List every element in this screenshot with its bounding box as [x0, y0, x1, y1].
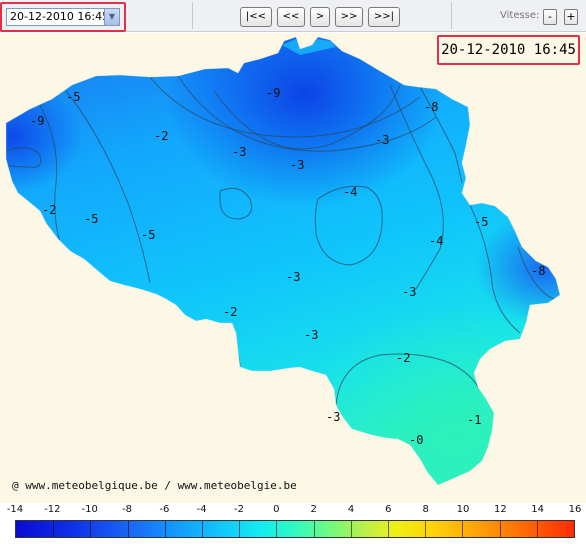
isoline-label: -3	[232, 145, 247, 159]
legend-tick-label: 8	[422, 504, 429, 515]
legend-tick-mark	[276, 521, 278, 537]
isoline-label: -5	[141, 228, 156, 242]
legend-tick-mark	[53, 521, 55, 537]
date-select-value: 20-12-2010 16:45	[10, 10, 110, 23]
isoline-label: -3	[326, 410, 341, 424]
previous-frame-button[interactable]: <<	[277, 7, 305, 27]
isoline-label: -3	[375, 133, 390, 147]
isoline-label: -5	[474, 215, 489, 229]
isoline-label: -3	[290, 158, 305, 172]
legend-tick-label: 10	[456, 504, 470, 515]
isoline-label: -5	[84, 212, 99, 226]
play-button[interactable]: >	[310, 7, 330, 27]
date-select[interactable]: 20-12-2010 16:45 ▼	[6, 8, 120, 26]
chevron-down-icon[interactable]: ▼	[104, 9, 119, 25]
legend-tick-label: -12	[44, 504, 61, 515]
legend-tick-label: 2	[310, 504, 317, 515]
map-credit: @ www.meteobelgique.be / www.meteobelgie…	[12, 479, 297, 492]
isoline-label: -2	[223, 305, 238, 319]
isoline-label: -9	[266, 86, 281, 100]
legend-tick-mark	[90, 521, 92, 537]
legend-tick-label: -10	[81, 504, 98, 515]
toolbar-separator	[451, 2, 452, 29]
legend-tick-mark	[462, 521, 464, 537]
first-frame-button[interactable]: |<<	[240, 7, 272, 27]
legend-tick-labels: -14 -12 -10 -8 -6 -4 -2 0 2 4 6 8 10 12 14 16	[0, 503, 586, 519]
isoline-label: -8	[531, 264, 546, 278]
legend-tick-mark	[499, 521, 501, 537]
temperature-map: 20-12-2010 16:45 -5 -9 -9 -8 -2 -3 -3 -3…	[0, 33, 586, 503]
speed-increase-button[interactable]: +	[564, 9, 578, 25]
isoline-label: -4	[429, 234, 444, 248]
legend-tick-label: 0	[273, 504, 280, 515]
isoline-label: -5	[66, 90, 81, 104]
legend-tick-mark	[202, 521, 203, 537]
legend-tick-label: 4	[347, 504, 355, 515]
isoline-label: -8	[424, 100, 439, 114]
isoline-label: -0	[409, 433, 424, 447]
isoline-label: -3	[402, 285, 417, 299]
legend-tick-label: 6	[385, 504, 392, 515]
legend-tick-label: -2	[234, 504, 244, 515]
legend-colorbar	[15, 520, 575, 538]
speed-label: Vitesse:	[500, 10, 540, 21]
legend-tick-label: 16	[568, 504, 582, 515]
speed-decrease-button[interactable]: -	[543, 9, 557, 25]
isoline-label: -2	[42, 203, 57, 217]
toolbar-separator	[192, 2, 193, 29]
legend-tick-mark	[313, 521, 315, 537]
isoline-label: -2	[154, 129, 169, 143]
animation-toolbar: 20-12-2010 16:45 ▼ |<< << > >> >>| Vites…	[0, 0, 586, 32]
isoline-label: -3	[286, 270, 301, 284]
legend-tick-mark	[239, 521, 241, 537]
legend-tick-label: -8	[122, 504, 132, 515]
isoline-label: -9	[30, 114, 45, 128]
next-frame-button[interactable]: >>	[335, 7, 363, 27]
legend-tick-label: 14	[531, 504, 545, 515]
isoline-label: -4	[343, 185, 358, 199]
map-timestamp: 20-12-2010 16:45	[437, 35, 580, 65]
legend-tick-label: -6	[159, 504, 170, 515]
last-frame-button[interactable]: >>|	[368, 7, 400, 27]
legend-tick-label: -14	[6, 504, 24, 515]
legend-tick-mark	[350, 521, 352, 537]
belgium-map-svg	[5, 36, 561, 486]
legend-tick-mark	[127, 521, 129, 537]
legend-tick-mark	[388, 521, 389, 537]
legend-tick-label: 12	[493, 504, 507, 515]
isoline-label: -2	[396, 351, 411, 365]
isoline-label: -3	[304, 328, 319, 342]
legend-tick-mark	[164, 521, 166, 537]
legend-tick-label: -4	[196, 504, 207, 515]
legend-tick-mark	[425, 521, 427, 537]
date-select-highlight: 20-12-2010 16:45 ▼	[0, 2, 126, 32]
legend-tick-mark	[536, 521, 538, 537]
isoline-label: -1	[467, 413, 482, 427]
temperature-legend: -14 -12 -10 -8 -6 -4 -2 0 2 4 6 8 10 12 14 16	[0, 503, 586, 544]
